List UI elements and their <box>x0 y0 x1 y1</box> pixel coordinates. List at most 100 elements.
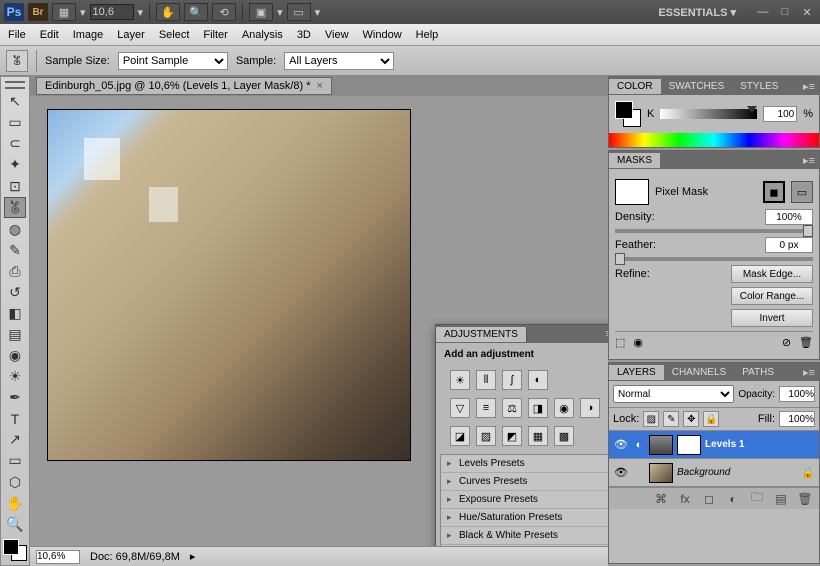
minimize-icon[interactable]: — <box>754 5 772 19</box>
panel-menu-icon[interactable]: ▸≡ <box>799 366 819 379</box>
vector-mask-icon[interactable]: ▭ <box>791 181 813 203</box>
menu-help[interactable]: Help <box>416 29 439 41</box>
new-layer-icon[interactable]: ▤ <box>773 491 789 507</box>
lock-position-icon[interactable]: ✥ <box>683 411 699 427</box>
threshold-icon[interactable]: ◩ <box>502 426 522 446</box>
posterize-icon[interactable]: ▨ <box>476 426 496 446</box>
menu-filter[interactable]: Filter <box>203 29 227 41</box>
color-range-button[interactable]: Color Range... <box>731 287 813 305</box>
hand-tool[interactable]: ✋ <box>4 493 26 513</box>
preset-curves[interactable]: Curves Presets <box>441 473 608 491</box>
layer-row[interactable]: 👁 ◐ Levels 1 <box>609 431 819 459</box>
rotate-icon[interactable]: ⟲ <box>212 3 236 21</box>
curves-icon[interactable]: ∫ <box>502 370 522 390</box>
k-value[interactable] <box>763 106 797 122</box>
mask-edge-button[interactable]: Mask Edge... <box>731 265 813 283</box>
tab-paths[interactable]: PATHS <box>734 365 782 380</box>
wand-tool[interactable]: ✦ <box>4 155 26 175</box>
eyedropper-tool[interactable]: 𖡄 <box>4 197 26 218</box>
heal-tool[interactable]: ◍ <box>4 219 26 239</box>
tab-styles[interactable]: STYLES <box>732 79 786 94</box>
preset-exposure[interactable]: Exposure Presets <box>441 491 608 509</box>
bridge-logo[interactable]: Br <box>28 3 48 21</box>
gradient-map-icon[interactable]: ▦ <box>528 426 548 446</box>
balance-icon[interactable]: ⚖ <box>502 398 522 418</box>
status-arrow-icon[interactable]: ▸ <box>190 550 196 563</box>
menu-view[interactable]: View <box>325 29 349 41</box>
arrange-icon[interactable]: ▣ <box>249 3 273 21</box>
mask-thumbnail[interactable] <box>677 435 701 455</box>
panel-menu-icon[interactable]: ≡ <box>602 328 608 340</box>
menu-analysis[interactable]: Analysis <box>242 29 283 41</box>
maximize-icon[interactable]: □ <box>776 5 794 19</box>
pixel-mask-icon[interactable]: ◼ <box>763 181 785 203</box>
3d-tool[interactable]: ⬡ <box>4 472 26 492</box>
menu-edit[interactable]: Edit <box>40 29 59 41</box>
foreground-background-swatch[interactable] <box>615 101 641 127</box>
mask-thumbnail[interactable] <box>615 179 649 205</box>
document-tab[interactable]: Edinburgh_05.jpg @ 10,6% (Levels 1, Laye… <box>36 77 332 95</box>
density-value[interactable] <box>765 209 813 225</box>
color-swatches[interactable] <box>3 539 27 561</box>
tab-layers[interactable]: LAYERS <box>609 365 664 380</box>
menu-3d[interactable]: 3D <box>297 29 311 41</box>
gradient-tool[interactable]: ▤ <box>4 324 26 344</box>
preset-mixer[interactable]: Channel Mixer Presets <box>441 545 608 546</box>
link-icon[interactable]: ⌘ <box>653 491 669 507</box>
fill-value[interactable] <box>779 411 815 427</box>
pen-tool[interactable]: ✒ <box>4 388 26 408</box>
menu-image[interactable]: Image <box>73 29 104 41</box>
panel-menu-icon[interactable]: ▸≡ <box>799 80 819 93</box>
preset-bw[interactable]: Black & White Presets <box>441 527 608 545</box>
disable-mask-icon[interactable]: ⊘ <box>782 336 791 349</box>
photo-filter-icon[interactable]: ◉ <box>554 398 574 418</box>
path-tool[interactable]: ↗ <box>4 430 26 450</box>
fx-icon[interactable]: fx <box>677 491 693 507</box>
invert-icon[interactable]: ◪ <box>450 426 470 446</box>
opacity-value[interactable] <box>779 386 815 402</box>
lasso-tool[interactable]: ⊂ <box>4 134 26 154</box>
blend-mode-select[interactable]: Normal <box>613 385 734 403</box>
visibility-icon[interactable]: 👁 <box>613 437 629 453</box>
zoom-tool[interactable]: 🔍 <box>4 514 26 534</box>
apply-mask-icon[interactable]: ◉ <box>633 336 643 349</box>
feather-slider[interactable] <box>615 257 813 261</box>
menu-file[interactable]: File <box>8 29 26 41</box>
stamp-tool[interactable]: ⎙ <box>4 261 26 281</box>
workspace-switcher[interactable]: ESSENTIALS ▾ <box>658 6 736 19</box>
mask-icon[interactable]: ◻ <box>701 491 717 507</box>
tab-swatches[interactable]: SWATCHES <box>661 79 733 94</box>
blur-tool[interactable]: ◉ <box>4 346 26 366</box>
group-icon[interactable]: 🗀 <box>749 491 765 507</box>
k-slider[interactable] <box>660 109 757 119</box>
shape-tool[interactable]: ▭ <box>4 451 26 471</box>
panel-menu-icon[interactable]: ▸≡ <box>799 154 819 167</box>
brightness-icon[interactable]: ☀ <box>450 370 470 390</box>
move-tool[interactable]: ↖ <box>4 92 26 112</box>
brush-tool[interactable]: ✎ <box>4 240 26 260</box>
type-tool[interactable]: T <box>4 409 26 429</box>
dodge-tool[interactable]: ☀ <box>4 367 26 387</box>
tab-close-icon[interactable]: × <box>317 80 323 92</box>
eyedropper-icon[interactable]: 𖡄 <box>6 50 28 72</box>
delete-icon[interactable]: 🗑 <box>797 491 813 507</box>
layout-icon[interactable]: ▦ <box>52 3 76 21</box>
feather-value[interactable] <box>765 237 813 253</box>
layer-thumbnail[interactable] <box>649 435 673 455</box>
menu-window[interactable]: Window <box>363 29 402 41</box>
crop-tool[interactable]: ⊡ <box>4 176 26 196</box>
delete-mask-icon[interactable]: 🗑 <box>799 336 813 349</box>
menu-layer[interactable]: Layer <box>117 29 145 41</box>
invert-button[interactable]: Invert <box>731 309 813 327</box>
load-selection-icon[interactable]: ⬚ <box>615 336 625 349</box>
zoom-tool-icon[interactable]: 🔍 <box>184 3 208 21</box>
lock-image-icon[interactable]: ✎ <box>663 411 679 427</box>
adjustments-tab[interactable]: ADJUSTMENTS <box>436 327 527 342</box>
spectrum-bar[interactable] <box>609 133 819 147</box>
canvas[interactable]: ADJUSTMENTS ≡ Add an adjustment ☀ ⫴ ∫ ◐ … <box>30 96 608 546</box>
lock-all-icon[interactable]: 🔒 <box>703 411 719 427</box>
preset-huesat[interactable]: Hue/Saturation Presets <box>441 509 608 527</box>
sample-size-select[interactable]: Point Sample <box>118 52 228 70</box>
close-icon[interactable]: ✕ <box>798 5 816 19</box>
selective-icon[interactable]: ▩ <box>554 426 574 446</box>
